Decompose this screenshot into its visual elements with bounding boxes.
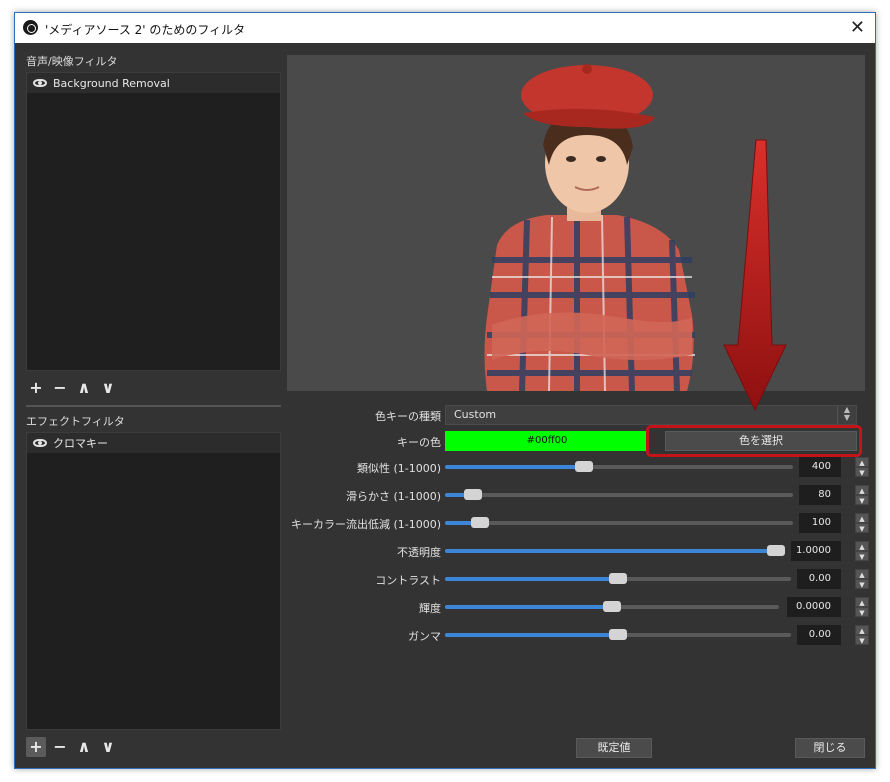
arrow-down-icon [723,139,787,412]
annotation-overlay [723,139,787,412]
select-color-highlight [646,425,862,457]
